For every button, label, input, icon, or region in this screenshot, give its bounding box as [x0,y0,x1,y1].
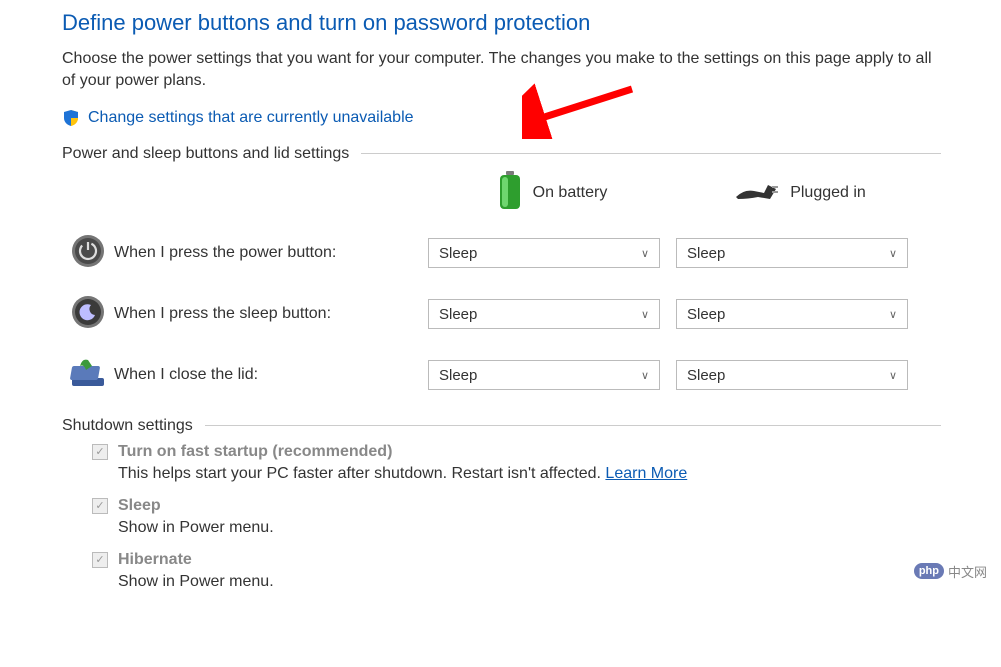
power-sleep-section-header: Power and sleep buttons and lid settings [62,145,941,163]
on-battery-label: On battery [533,184,608,202]
battery-icon [497,171,523,216]
power-button-row-label: When I press the power button: [114,244,428,262]
power-button-icon [71,234,105,273]
sleep-button-plugged-value: Sleep [687,306,725,323]
divider [205,425,941,426]
sleep-desc: Show in Power menu. [118,519,941,537]
shutdown-header-label: Shutdown settings [62,417,193,435]
annotation-arrow-icon [522,79,642,144]
power-button-plugged-dropdown[interactable]: Sleep ∨ [676,238,908,268]
watermark: php 中文网 [908,560,993,583]
sleep-title: Sleep [118,497,161,515]
chevron-down-icon: ∨ [889,308,897,321]
watermark-text: 中文网 [948,562,987,581]
fast-startup-checkbox: ✓ [92,444,108,460]
close-lid-row-label: When I close the lid: [114,366,428,384]
sleep-button-row-label: When I press the sleep button: [114,305,428,323]
page-title: Define power buttons and turn on passwor… [62,10,1001,36]
shield-icon [62,109,80,127]
close-lid-plugged-value: Sleep [687,367,725,384]
power-button-battery-value: Sleep [439,245,477,262]
lid-close-icon [68,356,108,395]
page-description: Choose the power settings that you want … [62,48,941,93]
chevron-down-icon: ∨ [889,247,897,260]
close-lid-battery-dropdown[interactable]: Sleep ∨ [428,360,660,390]
chevron-down-icon: ∨ [889,369,897,382]
sleep-button-plugged-dropdown[interactable]: Sleep ∨ [676,299,908,329]
power-button-battery-dropdown[interactable]: Sleep ∨ [428,238,660,268]
sleep-checkbox: ✓ [92,498,108,514]
close-lid-plugged-dropdown[interactable]: Sleep ∨ [676,360,908,390]
hibernate-title: Hibernate [118,551,192,569]
change-settings-link[interactable]: Change settings that are currently unava… [88,109,414,127]
plug-icon [734,179,780,208]
sleep-button-icon [71,295,105,334]
chevron-down-icon: ∨ [641,369,649,382]
learn-more-link[interactable]: Learn More [605,465,687,482]
sleep-button-battery-value: Sleep [439,306,477,323]
power-sleep-header-label: Power and sleep buttons and lid settings [62,145,349,163]
plugged-in-label: Plugged in [790,184,866,202]
close-lid-battery-value: Sleep [439,367,477,384]
divider [361,153,941,154]
chevron-down-icon: ∨ [641,308,649,321]
hibernate-desc: Show in Power menu. [118,573,941,591]
fast-startup-title: Turn on fast startup (recommended) [118,443,392,461]
power-button-plugged-value: Sleep [687,245,725,262]
chevron-down-icon: ∨ [641,247,649,260]
watermark-badge: php [914,563,944,579]
fast-startup-desc: This helps start your PC faster after sh… [118,465,605,482]
hibernate-checkbox: ✓ [92,552,108,568]
sleep-button-battery-dropdown[interactable]: Sleep ∨ [428,299,660,329]
shutdown-section-header: Shutdown settings [62,417,941,435]
